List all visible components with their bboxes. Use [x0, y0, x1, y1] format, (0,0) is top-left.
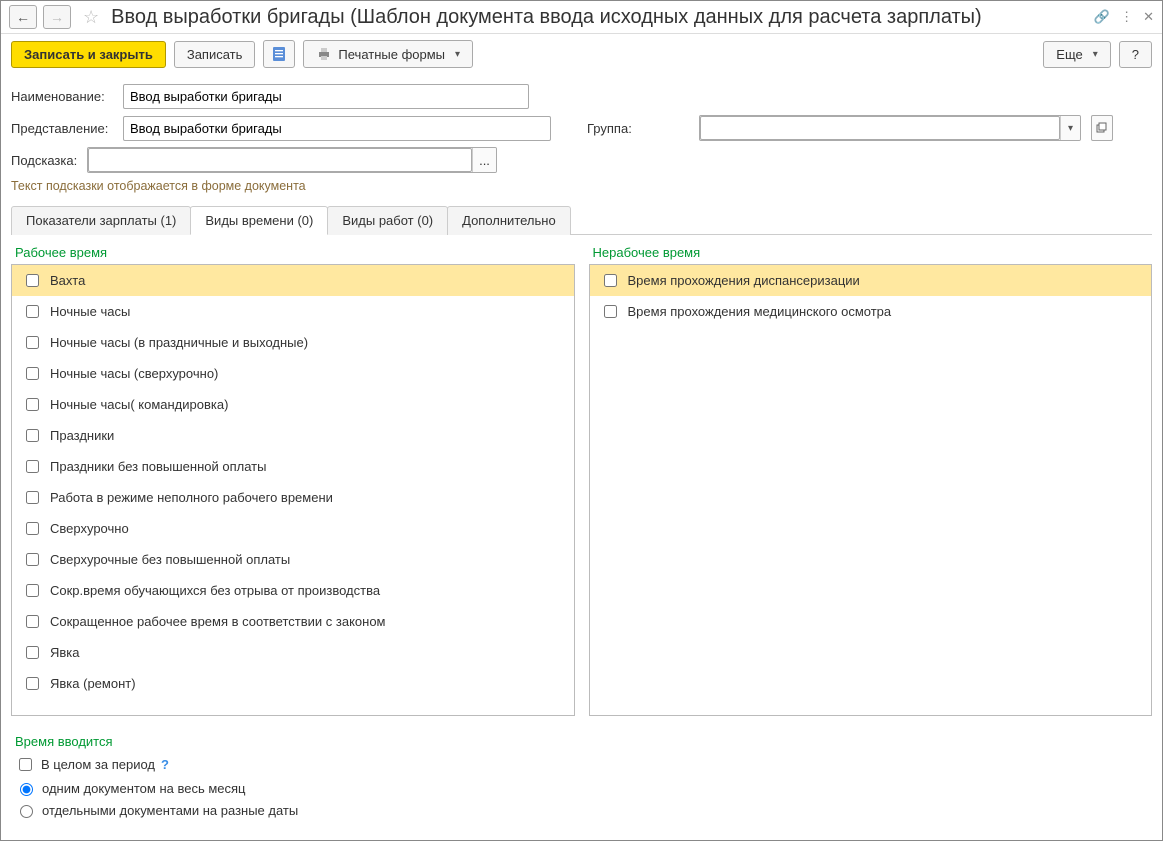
list-item[interactable]: Вахта [12, 265, 574, 296]
link-icon[interactable]: 🔗 [1094, 9, 1110, 25]
list-item[interactable]: Ночные часы (в праздничные и выходные) [12, 327, 574, 358]
save-and-close-button[interactable]: Записать и закрыть [11, 41, 166, 68]
list-item[interactable]: Сокращенное рабочее время в соответствии… [12, 606, 574, 637]
item-label: Вахта [50, 273, 85, 288]
group-dropdown-button[interactable]: ▾ [1060, 116, 1080, 140]
list-item[interactable]: Сверхурочно [12, 513, 574, 544]
item-label: Сверхурочно [50, 521, 129, 536]
list-item[interactable]: Время прохождения медицинского осмотра [590, 296, 1152, 327]
one-document-radio[interactable] [20, 783, 33, 796]
list-item[interactable]: Явка (ремонт) [12, 668, 574, 699]
tab-time-types[interactable]: Виды времени (0) [190, 206, 328, 235]
list-item[interactable]: Ночные часы (сверхурочно) [12, 358, 574, 389]
group-input[interactable] [700, 116, 1060, 140]
item-checkbox[interactable] [26, 522, 39, 535]
item-label: Праздники без повышенной оплаты [50, 459, 266, 474]
item-checkbox[interactable] [26, 367, 39, 380]
list-item[interactable]: Праздники без повышенной оплаты [12, 451, 574, 482]
working-time-list[interactable]: Вахта Ночные часы Ночные часы (в праздни… [11, 264, 575, 716]
list-item[interactable]: Явка [12, 637, 574, 668]
list-item[interactable]: Ночные часы( командировка) [12, 389, 574, 420]
chevron-down-icon: ▾ [455, 49, 460, 60]
chevron-down-icon: ▾ [1093, 49, 1098, 60]
item-label: Работа в режиме неполного рабочего време… [50, 490, 333, 505]
nav-back-button[interactable]: ← [9, 5, 37, 29]
item-checkbox[interactable] [26, 429, 39, 442]
kebab-menu-icon[interactable]: ⋮ [1120, 9, 1133, 25]
time-entry-heading: Время вводится [15, 734, 1148, 749]
representation-input[interactable] [123, 116, 551, 141]
more-label: Еще [1056, 47, 1082, 62]
nonworking-time-heading: Нерабочее время [589, 245, 1153, 260]
item-checkbox[interactable] [26, 646, 39, 659]
whole-period-label: В целом за период [41, 757, 155, 772]
whole-period-checkbox[interactable] [19, 758, 32, 771]
item-label: Явка [50, 645, 80, 660]
item-checkbox[interactable] [26, 615, 39, 628]
item-label: Сверхурочные без повышенной оплаты [50, 552, 290, 567]
working-time-heading: Рабочее время [11, 245, 575, 260]
item-checkbox[interactable] [26, 305, 39, 318]
save-button[interactable]: Записать [174, 41, 256, 68]
item-label: Явка (ремонт) [50, 676, 136, 691]
list-item[interactable]: Праздники [12, 420, 574, 451]
nonworking-time-list[interactable]: Время прохождения диспансеризации Время … [589, 264, 1153, 716]
help-button[interactable]: ? [1119, 41, 1152, 68]
hint-help-text: Текст подсказки отображается в форме док… [11, 179, 1152, 193]
tab-salary-indicators[interactable]: Показатели зарплаты (1) [11, 206, 191, 235]
tab-additional[interactable]: Дополнительно [447, 206, 571, 235]
close-icon[interactable]: ✕ [1143, 9, 1154, 25]
print-forms-label: Печатные формы [338, 47, 445, 62]
item-checkbox[interactable] [26, 553, 39, 566]
group-label: Группа: [587, 121, 693, 136]
list-item[interactable]: Сверхурочные без повышенной оплаты [12, 544, 574, 575]
favorite-star-icon[interactable]: ☆ [83, 7, 99, 28]
tab-work-types[interactable]: Виды работ (0) [327, 206, 448, 235]
item-label: Ночные часы( командировка) [50, 397, 228, 412]
item-checkbox[interactable] [604, 274, 617, 287]
name-input[interactable] [123, 84, 529, 109]
item-checkbox[interactable] [26, 677, 39, 690]
question-mark-icon[interactable]: ? [161, 757, 169, 772]
item-label: Ночные часы [50, 304, 130, 319]
item-checkbox[interactable] [604, 305, 617, 318]
page-title: Ввод выработки бригады (Шаблон документа… [111, 6, 982, 29]
group-open-button[interactable] [1091, 115, 1113, 141]
list-item[interactable]: Сокр.время обучающихся без отрыва от про… [12, 575, 574, 606]
item-checkbox[interactable] [26, 584, 39, 597]
item-label: Праздники [50, 428, 114, 443]
list-item[interactable]: Время прохождения диспансеризации [590, 265, 1152, 296]
item-checkbox[interactable] [26, 398, 39, 411]
list-button[interactable] [263, 40, 295, 68]
hint-expand-button[interactable]: ... [472, 148, 496, 172]
one-document-label: одним документом на весь месяц [42, 781, 246, 796]
list-item[interactable]: Работа в режиме неполного рабочего време… [12, 482, 574, 513]
separate-documents-label: отдельными документами на разные даты [42, 803, 298, 818]
nav-forward-button[interactable]: → [43, 5, 71, 29]
item-label: Время прохождения медицинского осмотра [628, 304, 892, 319]
item-label: Время прохождения диспансеризации [628, 273, 860, 288]
print-forms-button[interactable]: Печатные формы ▾ [303, 40, 473, 68]
item-checkbox[interactable] [26, 336, 39, 349]
list-item[interactable]: Ночные часы [12, 296, 574, 327]
hint-input[interactable] [88, 148, 472, 172]
item-checkbox[interactable] [26, 460, 39, 473]
representation-label: Представление: [11, 121, 117, 136]
more-button[interactable]: Еще ▾ [1043, 41, 1110, 68]
hint-label: Подсказка: [11, 153, 81, 168]
item-checkbox[interactable] [26, 491, 39, 504]
item-label: Ночные часы (в праздничные и выходные) [50, 335, 308, 350]
item-checkbox[interactable] [26, 274, 39, 287]
separate-documents-radio[interactable] [20, 805, 33, 818]
name-label: Наименование: [11, 89, 117, 104]
item-label: Ночные часы (сверхурочно) [50, 366, 218, 381]
item-label: Сокращенное рабочее время в соответствии… [50, 614, 386, 629]
item-label: Сокр.время обучающихся без отрыва от про… [50, 583, 380, 598]
